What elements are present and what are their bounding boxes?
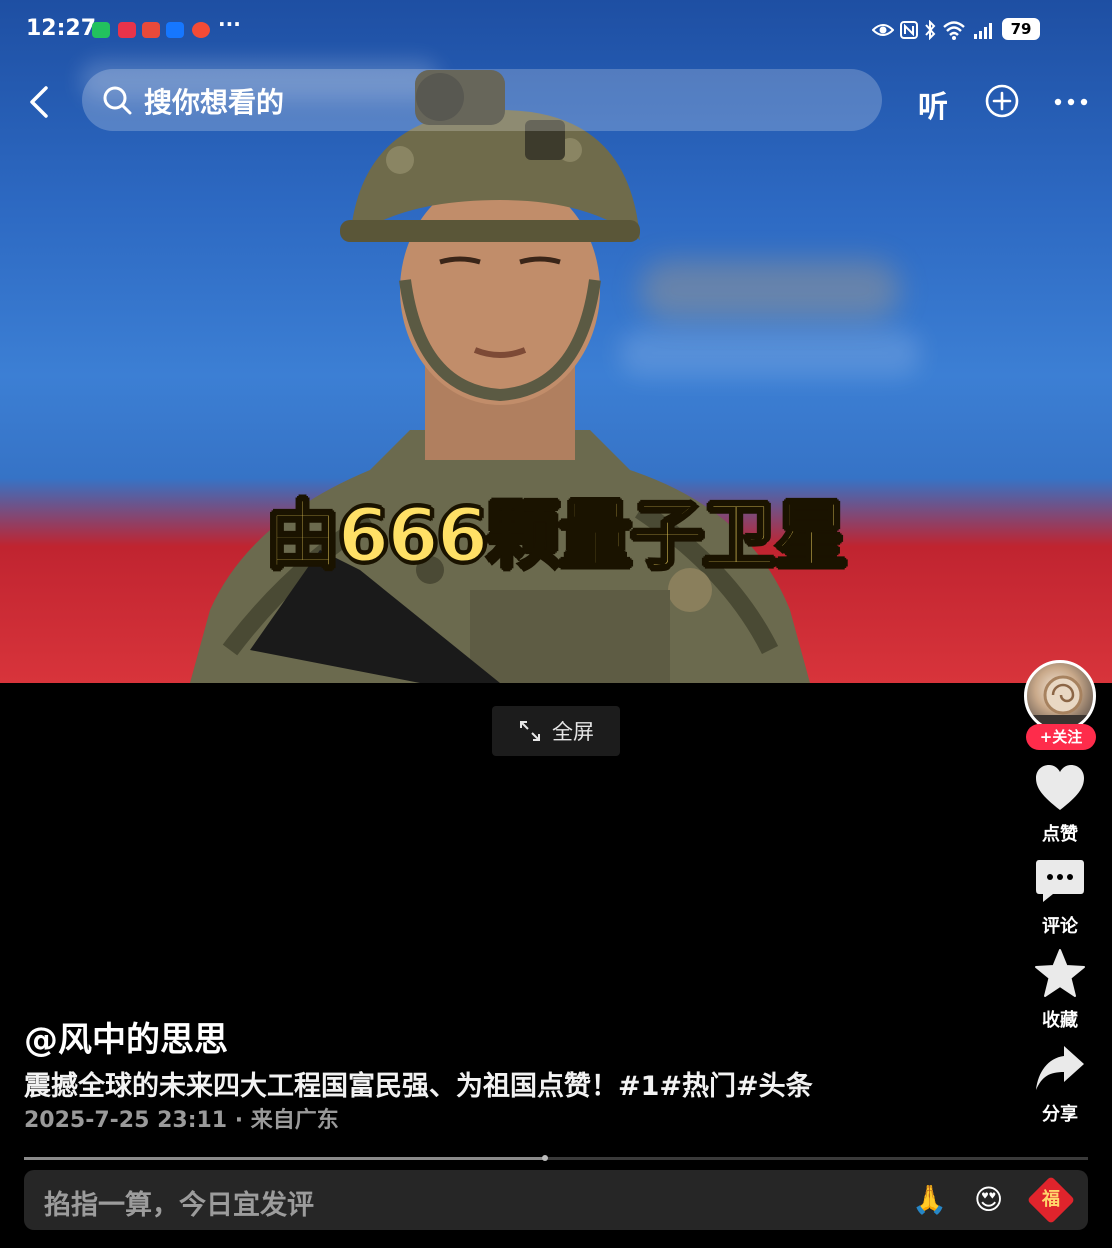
search-placeholder: 搜你想看的 <box>144 86 285 119</box>
progress-knob[interactable] <box>542 1155 549 1161</box>
favorite-label: 收藏 <box>1042 1010 1078 1031</box>
favorite-button[interactable]: 收藏 <box>1022 948 1098 1032</box>
status-time: 12:27 <box>26 16 97 41</box>
post-description[interactable]: 震撼全球的未来四大工程国富民强、为祖国点赞！#1#热门#头条 <box>24 1064 813 1103</box>
comment-icon <box>1036 860 1084 902</box>
share-button[interactable]: 分享 <box>1022 1044 1098 1126</box>
heart-eyes-emoji-button[interactable]: 😍 <box>974 1184 1003 1216</box>
nfc-icon <box>900 21 918 39</box>
follow-button[interactable]: +关注 <box>1026 724 1096 750</box>
back-icon[interactable] <box>22 82 62 122</box>
fortune-character: 福 <box>1042 1189 1060 1210</box>
snail-avatar-image <box>1027 675 1093 729</box>
battery-indicator: 79 <box>1002 18 1040 40</box>
comment-button[interactable]: 评论 <box>1022 858 1098 938</box>
mail-notification-icon <box>142 22 160 38</box>
post-meta: 2025-7-25 23:11 · 来自广东 <box>24 1108 339 1133</box>
avatar[interactable] <box>1024 660 1096 732</box>
comment-placeholder: 掐指一算，今日宜发评 <box>44 1190 314 1221</box>
search-icon <box>103 86 132 115</box>
soldier-figure <box>190 70 810 683</box>
app-notification-icon <box>118 22 136 38</box>
fortune-sticker-button[interactable]: 福 <box>1026 1175 1076 1225</box>
author-name[interactable]: @风中的思思 <box>24 1012 228 1061</box>
search-bar[interactable]: 搜你想看的 <box>82 69 882 131</box>
expand-icon <box>520 721 540 741</box>
star-icon <box>1035 949 1085 997</box>
wifi-icon <box>943 21 965 40</box>
comment-label: 评论 <box>1042 916 1078 937</box>
signal-icon <box>974 23 992 39</box>
heart-icon <box>1036 765 1084 810</box>
video-subtitle: 由666颗量子卫星 <box>264 492 849 581</box>
comment-input-bar[interactable]: 掐指一算，今日宜发评 🙏 😍 福 <box>24 1170 1088 1230</box>
share-label: 分享 <box>1042 1104 1078 1125</box>
more-options-icon[interactable] <box>1054 98 1088 106</box>
bluetooth-icon <box>925 20 936 40</box>
eye-icon <box>872 24 894 36</box>
add-icon[interactable] <box>985 84 1019 118</box>
fullscreen-button[interactable]: 全屏 <box>492 706 620 756</box>
status-bar: 12:27 ··· 79 <box>0 0 1112 62</box>
like-button[interactable]: 点赞 <box>1022 764 1098 846</box>
weibo-icon <box>192 22 210 38</box>
pray-emoji-button[interactable]: 🙏 <box>912 1184 947 1216</box>
alipay-icon <box>166 22 184 38</box>
wechat-icon <box>92 22 110 38</box>
share-icon <box>1036 1046 1084 1090</box>
listen-button[interactable]: 听 <box>918 82 948 126</box>
fullscreen-label: 全屏 <box>552 720 594 744</box>
more-notifications: ··· <box>218 12 241 36</box>
progress-fill <box>24 1157 546 1160</box>
video-progress-bar[interactable] <box>24 1155 1088 1161</box>
like-label: 点赞 <box>1042 824 1078 845</box>
